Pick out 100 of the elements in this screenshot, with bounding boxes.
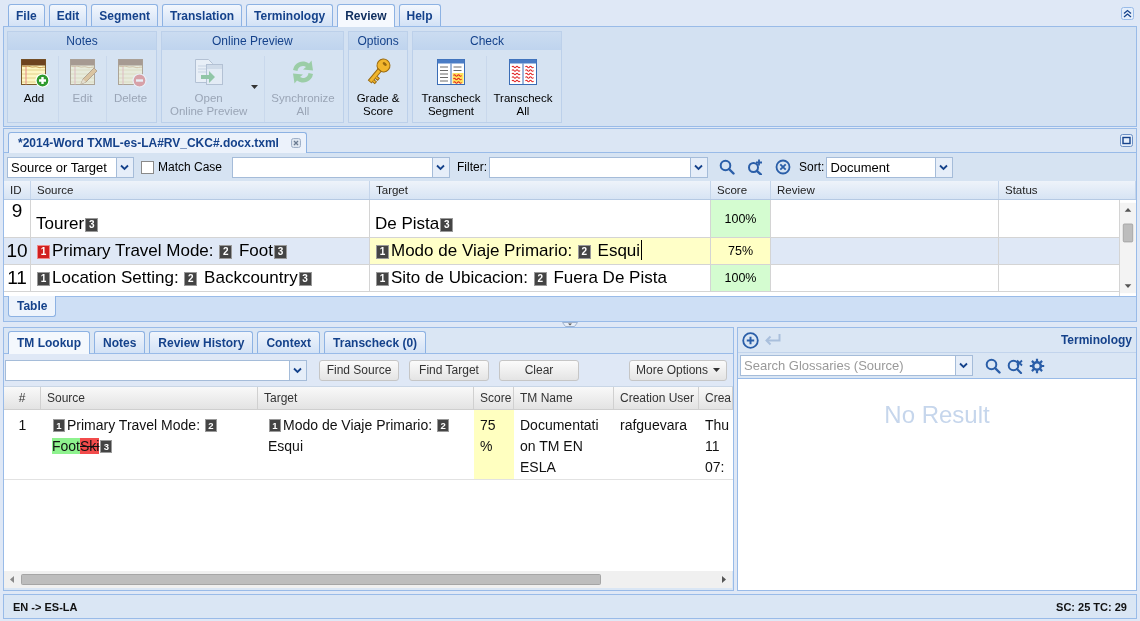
- dropdown-icon[interactable]: [432, 157, 450, 177]
- segment-text: Backcountry: [203, 268, 298, 287]
- score-cell: 100%: [711, 200, 771, 237]
- segment-row[interactable]: 10 1 Primary Travel Mode: 2 Foot 3 1 Modo de Viaje Primario: 2 Esqui 75%: [4, 238, 1119, 265]
- tag-marker: 2: [437, 419, 450, 432]
- menu-tab[interactable]: Help: [398, 4, 441, 26]
- dropdown-icon[interactable]: [116, 157, 133, 177]
- column-header[interactable]: Source: [31, 181, 370, 199]
- sort-select[interactable]: Document: [826, 156, 954, 178]
- inserted-text: Foot: [52, 438, 80, 454]
- tag-marker: 1: [376, 245, 389, 259]
- spreadsheet-icon: [507, 56, 539, 88]
- result-number: 1: [17, 416, 28, 435]
- more-options-button[interactable]: More Options: [628, 359, 727, 381]
- row-number: 10: [4, 238, 31, 264]
- segment-text: Tourer: [36, 214, 85, 233]
- column-header[interactable]: Target: [258, 387, 474, 409]
- segment-text: Sito de Ubicacion:: [391, 268, 530, 287]
- column-header[interactable]: Score: [474, 387, 514, 409]
- dropdown-icon[interactable]: [955, 356, 972, 375]
- toolbar-button[interactable]: Find Source: [319, 359, 399, 381]
- score-cell: 100%: [711, 265, 771, 291]
- row-number: 9: [4, 200, 31, 237]
- tag-marker: 3: [440, 218, 454, 232]
- filter-field[interactable]: [489, 156, 709, 178]
- ribbon-button[interactable]: Add: [10, 56, 58, 122]
- splitter-handle-icon[interactable]: [562, 322, 578, 327]
- column-header[interactable]: Creation User: [614, 387, 699, 409]
- search-icon[interactable]: [985, 357, 1001, 374]
- column-header[interactable]: Review: [771, 181, 999, 199]
- tag-marker: 1: [37, 245, 50, 259]
- segment-row[interactable]: 11 1 Location Setting: 2 Backcountry 3 1 Sito de Ubicacion: 2 Fuera De Pista 100%: [4, 265, 1119, 292]
- lookup-search-field[interactable]: [5, 359, 307, 381]
- dropdown-icon[interactable]: [289, 360, 306, 380]
- menu-tab[interactable]: Segment: [91, 4, 159, 26]
- ribbon-button[interactable]: Transcheck All: [486, 56, 559, 122]
- document-tab[interactable]: *2014-Word TXML-es-LA#RV_CKC#.docx.txml: [8, 132, 307, 153]
- dropdown-icon[interactable]: [935, 157, 953, 177]
- view-tab[interactable]: Table: [8, 296, 57, 317]
- sort-label: Sort:: [799, 160, 825, 174]
- settings-icon[interactable]: [1029, 357, 1045, 374]
- panel-title: Terminology: [1060, 333, 1132, 347]
- column-header[interactable]: ID: [4, 181, 31, 199]
- collapse-icon[interactable]: [1121, 6, 1134, 20]
- close-icon[interactable]: [290, 138, 301, 148]
- horizontal-scrollbar[interactable]: [4, 571, 732, 588]
- segment-text: De Pista: [375, 214, 440, 233]
- segment-text: Modo de Viaje Primario:: [283, 417, 434, 433]
- empty-message: No Result: [884, 401, 990, 429]
- column-header[interactable]: Status: [999, 181, 1136, 199]
- caret-icon[interactable]: [713, 368, 720, 372]
- score-cell: 75%: [711, 238, 771, 264]
- scope-select[interactable]: Source or Target: [7, 156, 134, 178]
- tag-marker: 1: [376, 272, 389, 286]
- search-icon[interactable]: [719, 159, 736, 175]
- segment-text: Modo de Viaje Primario:: [391, 241, 574, 260]
- segment-text: Primary Travel Mode:: [67, 417, 202, 433]
- glossary-search-field[interactable]: Search Glossaries (Source): [740, 355, 973, 376]
- tm-result-row[interactable]: 1 1 Primary Travel Mode: 2 FootSki 3 1 Modo de Viaje Primario: 2 Esqui 75 % Documentation TM EN ESLA rafguevara Thu 11 07:: [4, 410, 733, 480]
- checkbox[interactable]: [141, 160, 154, 174]
- menu-tab[interactable]: Edit: [48, 4, 88, 26]
- group-title: Options: [348, 32, 408, 50]
- search-field[interactable]: [232, 156, 451, 178]
- target-cell[interactable]: 1 Modo de Viaje Primario: 2 Esqui: [370, 238, 711, 264]
- maximize-icon[interactable]: [1120, 134, 1133, 147]
- score-cell: 75 %: [474, 410, 514, 479]
- tm-name-cell-text: Documentation TM EN ESLA: [519, 416, 600, 477]
- tag-marker: 2: [204, 419, 217, 432]
- menu-tab[interactable]: Translation: [162, 4, 243, 26]
- checkbox-label[interactable]: Match Case: [158, 160, 223, 174]
- ribbon-button[interactable]: Transcheck Segment: [415, 56, 487, 122]
- toolbar-button[interactable]: Clear: [499, 359, 579, 381]
- menu-tab[interactable]: Terminology: [246, 4, 334, 26]
- vertical-scrollbar[interactable]: [1119, 200, 1136, 296]
- magnifier-plus-icon[interactable]: [747, 159, 764, 175]
- clear-search-icon[interactable]: [1007, 357, 1023, 374]
- column-header[interactable]: Source: [41, 387, 258, 409]
- menu-tab[interactable]: Review: [337, 4, 395, 27]
- segment-text: Location Setting:: [52, 268, 180, 287]
- dropdown-icon[interactable]: [690, 157, 708, 177]
- toolbar-button[interactable]: Find Target: [409, 359, 489, 381]
- tag-marker: 1: [37, 272, 50, 286]
- panel-tab[interactable]: Context: [257, 331, 321, 353]
- documents-arrow-icon: [192, 56, 225, 88]
- add-icon[interactable]: [742, 331, 759, 349]
- column-header[interactable]: Score: [711, 181, 771, 199]
- column-header[interactable]: Target: [370, 181, 711, 199]
- panel-tab[interactable]: Transcheck (0): [324, 331, 427, 353]
- panel-tab[interactable]: Notes: [94, 331, 146, 353]
- menu-tab[interactable]: File: [8, 4, 45, 26]
- target-cell[interactable]: 1 Sito de Ubicacion: 2 Fuera De Pista: [370, 265, 711, 291]
- row-number: 11: [4, 265, 31, 291]
- panel-tab[interactable]: TM Lookup: [8, 331, 90, 354]
- language-pair: EN -> ES-LA: [13, 600, 78, 613]
- clear-icon[interactable]: [775, 159, 792, 175]
- column-header[interactable]: TM Name: [514, 387, 614, 409]
- ribbon-button[interactable]: Grade & Score: [350, 56, 406, 122]
- column-header[interactable]: Crea: [699, 387, 733, 409]
- panel-tab[interactable]: Review History: [149, 331, 254, 353]
- column-header[interactable]: #: [4, 387, 41, 409]
